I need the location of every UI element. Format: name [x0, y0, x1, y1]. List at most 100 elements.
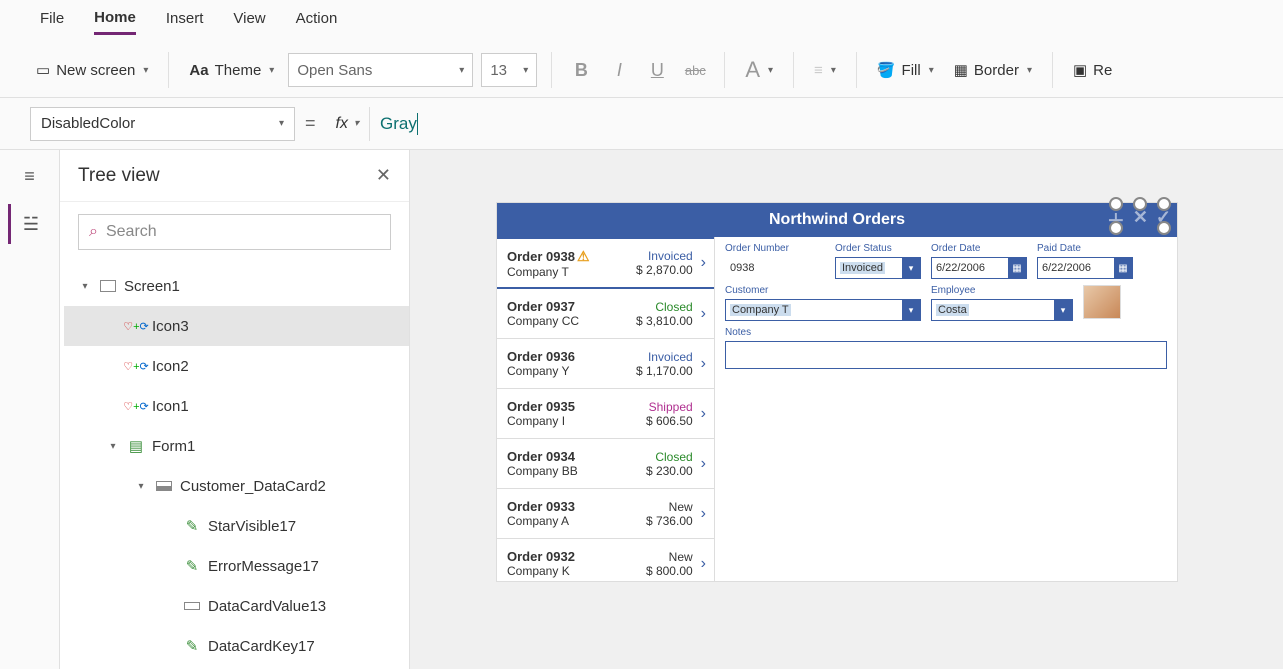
strike-button[interactable]: abc	[680, 55, 710, 85]
tree-node[interactable]: ✎DataCardKey17	[64, 626, 409, 666]
order-row[interactable]: Order 0938⚠Company TInvoiced$ 2,870.00›	[497, 237, 714, 289]
menu-home[interactable]: Home	[94, 9, 136, 35]
node-label: DataCardValue13	[208, 598, 326, 615]
main-area: ≡ ☱ Tree view ✕ ⌕ Search ▾Screen1♡+⟳Icon…	[0, 150, 1283, 669]
order-row[interactable]: Order 0937Company CCClosed$ 3,810.00›	[497, 289, 714, 339]
order-company: Company A	[507, 514, 642, 528]
menu-action[interactable]: Action	[296, 10, 338, 33]
bold-button[interactable]: B	[566, 55, 596, 85]
order-amount: $ 800.00	[646, 564, 693, 578]
separator	[1052, 52, 1053, 88]
tree-node[interactable]: DataCardValue13	[64, 586, 409, 626]
order-amount: $ 2,870.00	[636, 263, 693, 277]
order-status: New	[669, 550, 693, 564]
ribbon: ▭ New screen ▾ Aa Theme ▾ Open Sans ▾ 13…	[0, 43, 1283, 98]
border-button[interactable]: ▦Border▾	[948, 57, 1038, 83]
order-status-select[interactable]: Invoiced▾	[835, 257, 921, 279]
text-cursor	[417, 113, 418, 135]
order-status: Invoiced	[648, 249, 693, 263]
expand-toggle[interactable]: ▾	[106, 441, 120, 452]
tree-node[interactable]: ✎StarVisible17	[64, 506, 409, 546]
tree-node[interactable]: ♡+⟳Icon2	[64, 346, 409, 386]
fx-button[interactable]: fx▾	[326, 107, 370, 141]
notes-input[interactable]	[725, 341, 1167, 369]
node-icon: ✎	[182, 636, 202, 656]
cancel-icon[interactable]: ✕	[1133, 207, 1148, 233]
tree-node[interactable]: ✎ErrorMessage17	[64, 546, 409, 586]
order-company: Company BB	[507, 464, 642, 478]
add-icon[interactable]: ＋	[1107, 207, 1125, 233]
employee-avatar	[1083, 285, 1121, 319]
font-name-value: Open Sans	[297, 62, 372, 79]
chevron-down-icon: ▾	[269, 65, 274, 76]
underline-button[interactable]: U	[642, 55, 672, 85]
font-color-button[interactable]: A▾	[739, 53, 779, 87]
order-amount: $ 230.00	[646, 464, 693, 478]
order-amount: $ 1,170.00	[636, 364, 693, 378]
chevron-right-icon: ›	[697, 254, 706, 272]
align-icon: ≡	[814, 62, 823, 79]
chevron-down-icon: ▾	[831, 65, 836, 76]
tree-node[interactable]: ▾▤Form1	[64, 426, 409, 466]
node-icon: ✎	[182, 556, 202, 576]
chevron-right-icon: ›	[697, 455, 706, 473]
tree-panel: Tree view ✕ ⌕ Search ▾Screen1♡+⟳Icon3♡+⟳…	[60, 150, 410, 669]
order-status: Invoiced	[648, 350, 693, 364]
chevron-down-icon: ▾	[279, 118, 284, 129]
order-number-label: Order Number	[725, 243, 825, 254]
new-screen-label: New screen	[56, 62, 135, 79]
order-date-input[interactable]: 6/22/2006▦	[931, 257, 1027, 279]
node-icon	[154, 476, 174, 496]
tree-node[interactable]: ▾Customer_DataCard2	[64, 466, 409, 506]
reorder-button[interactable]: ▣Re	[1067, 57, 1118, 83]
font-size-select[interactable]: 13 ▾	[481, 53, 537, 87]
tree-search-wrap: ⌕ Search	[60, 202, 409, 262]
menu-view[interactable]: View	[233, 10, 265, 33]
hamburger-button[interactable]: ≡	[8, 156, 52, 196]
tree-search[interactable]: ⌕ Search	[78, 214, 391, 250]
property-selector[interactable]: DisabledColor ▾	[30, 107, 295, 141]
order-row[interactable]: Order 0933Company ANew$ 736.00›	[497, 489, 714, 539]
order-name: Order 0934	[507, 449, 642, 464]
border-icon: ▦	[954, 61, 968, 79]
order-name: Order 0932	[507, 549, 642, 564]
top-menu: File Home Insert View Action	[0, 0, 1283, 43]
tree-view-button[interactable]: ☱	[8, 204, 52, 244]
order-row[interactable]: Order 0936Company YInvoiced$ 1,170.00›	[497, 339, 714, 389]
tree-node[interactable]: ♡+⟳Icon3	[64, 306, 409, 346]
align-button[interactable]: ≡▾	[808, 58, 842, 83]
paid-date-input[interactable]: 6/22/2006▦	[1037, 257, 1133, 279]
chevron-down-icon: ▾	[768, 65, 773, 76]
tree-node[interactable]: ▾Screen1	[64, 266, 409, 306]
employee-select[interactable]: Costa▾	[931, 299, 1073, 321]
theme-label: Theme	[215, 62, 262, 79]
canvas[interactable]: Northwind Orders ＋ ✕ ✓ Order 0938⚠Compan…	[410, 150, 1283, 669]
menu-file[interactable]: File	[40, 10, 64, 33]
formula-bar: DisabledColor ▾ = fx▾ Gray	[0, 98, 1283, 150]
order-list[interactable]: Order 0938⚠Company TInvoiced$ 2,870.00›O…	[497, 237, 715, 581]
close-icon[interactable]: ✕	[376, 165, 391, 186]
formula-input[interactable]: Gray	[374, 107, 1253, 141]
reorder-icon: ▣	[1073, 61, 1087, 79]
chevron-down-icon: ▾	[523, 65, 528, 76]
order-row[interactable]: Order 0934Company BBClosed$ 230.00›	[497, 439, 714, 489]
expand-toggle[interactable]: ▾	[134, 481, 148, 492]
expand-toggle[interactable]: ▾	[78, 281, 92, 292]
search-icon: ⌕	[89, 223, 98, 241]
accept-icon[interactable]: ✓	[1156, 207, 1171, 233]
order-amount: $ 3,810.00	[636, 314, 693, 328]
app-titlebar: Northwind Orders ＋ ✕ ✓	[497, 203, 1177, 237]
order-row[interactable]: Order 0932Company KNew$ 800.00›	[497, 539, 714, 581]
new-screen-button[interactable]: ▭ New screen ▾	[30, 57, 154, 83]
font-name-select[interactable]: Open Sans ▾	[288, 53, 473, 87]
menu-insert[interactable]: Insert	[166, 10, 204, 33]
font-size-value: 13	[490, 62, 507, 79]
calendar-icon: ▦	[1114, 258, 1132, 278]
customer-select[interactable]: Company T▾	[725, 299, 921, 321]
order-row[interactable]: Order 0935Company IShipped$ 606.50›	[497, 389, 714, 439]
italic-button[interactable]: I	[604, 55, 634, 85]
tree-node[interactable]: ♡+⟳Icon1	[64, 386, 409, 426]
fill-button[interactable]: 🪣Fill▾	[871, 57, 940, 83]
separator	[793, 52, 794, 88]
theme-button[interactable]: Aa Theme ▾	[183, 58, 280, 83]
